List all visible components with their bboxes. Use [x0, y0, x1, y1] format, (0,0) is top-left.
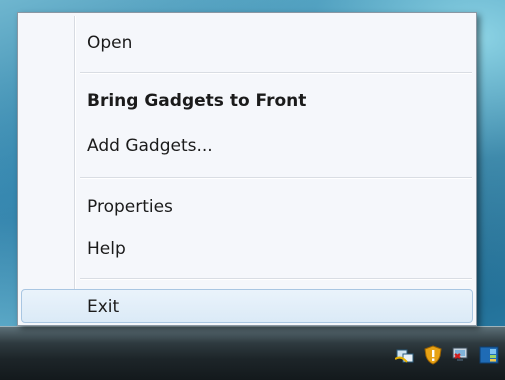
menu-item-label: Exit [87, 297, 120, 317]
security-alert-icon[interactable] [423, 345, 443, 365]
notification-area [395, 340, 499, 370]
menu-separator [80, 278, 472, 279]
menu-separator [80, 72, 472, 73]
menu-item-properties[interactable]: Properties [21, 190, 473, 224]
menu-item-label: Help [87, 239, 126, 259]
volume-icon[interactable] [451, 345, 471, 365]
menu-separator [80, 177, 472, 178]
menu-item-label: Open [87, 33, 133, 53]
menu-item-add-gadgets[interactable]: Add Gadgets... [21, 129, 473, 163]
menu-item-label: Bring Gadgets to Front [87, 91, 307, 111]
menu-item-label: Properties [87, 197, 173, 217]
menu-item-open[interactable]: Open [21, 26, 473, 60]
sidebar-gadgets-icon[interactable] [479, 345, 499, 365]
menu-item-bring-gadgets-to-front[interactable]: Bring Gadgets to Front [21, 84, 473, 118]
menu-item-label: Add Gadgets... [87, 136, 213, 156]
menu-item-exit[interactable]: Exit [21, 289, 473, 323]
network-icon[interactable] [395, 345, 415, 365]
context-menu: Open Bring Gadgets to Front Add Gadgets.… [17, 12, 477, 326]
menu-gutter-divider [74, 16, 75, 322]
menu-item-help[interactable]: Help [21, 232, 473, 266]
